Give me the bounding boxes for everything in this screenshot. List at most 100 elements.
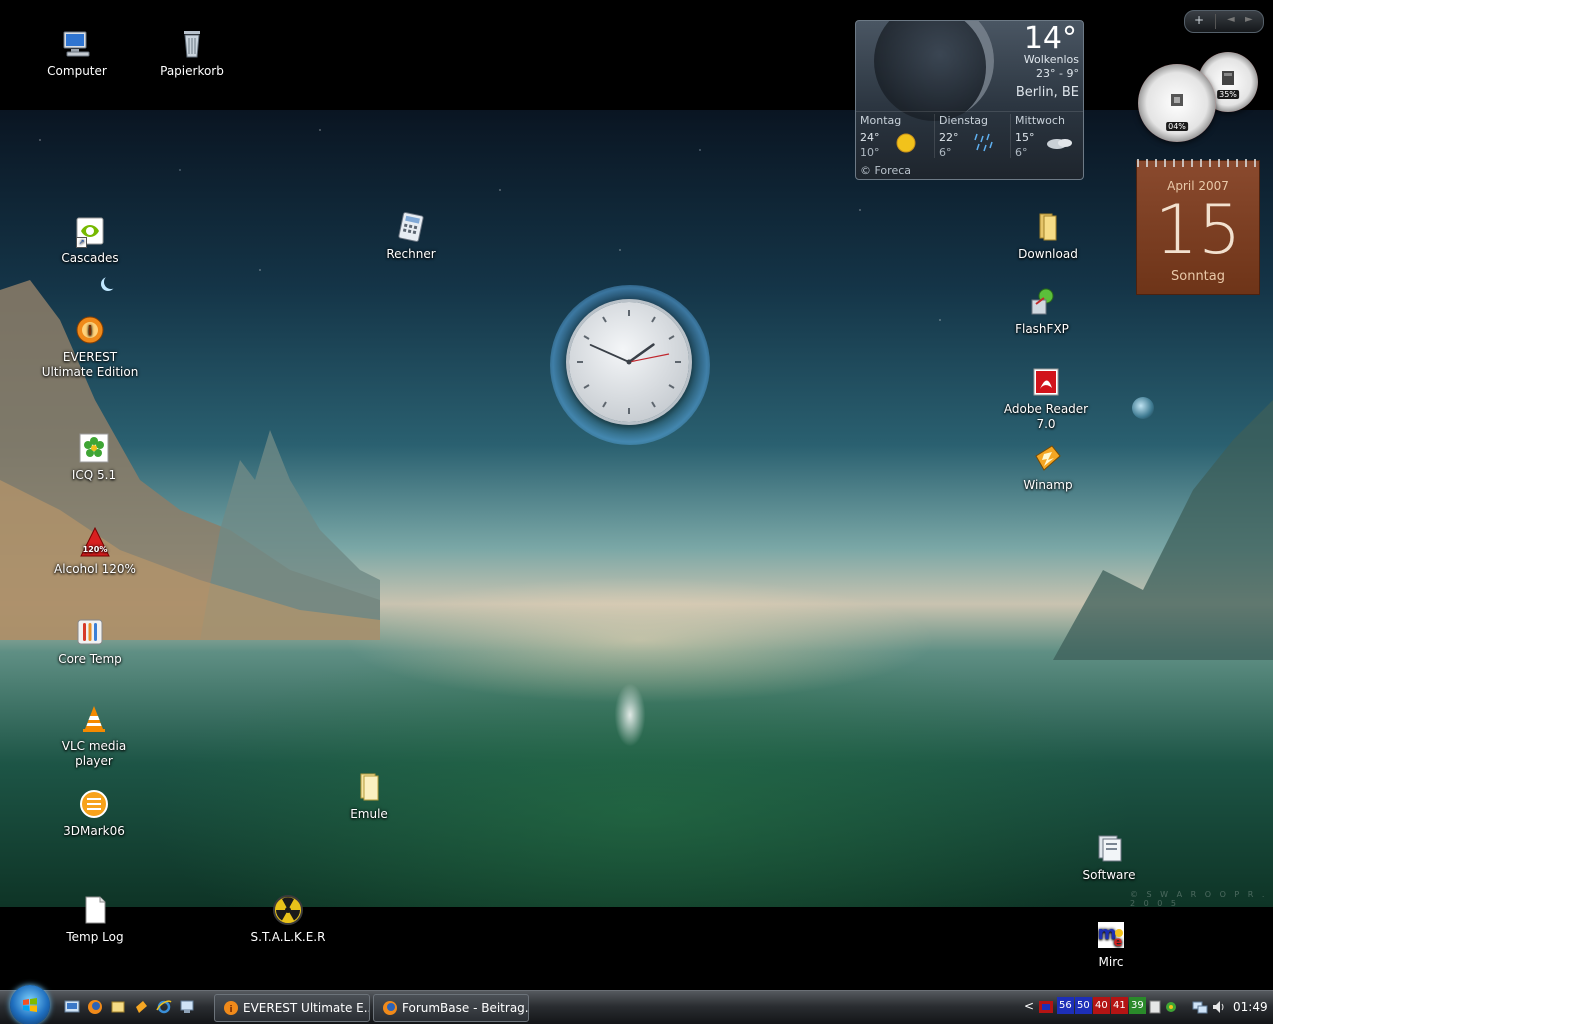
folder-icon [360,773,379,801]
firefox-icon[interactable] [87,999,103,1015]
everest-tray-icon[interactable] [1038,999,1054,1015]
desktop-screen: © S W A R O O P R . 2 0 0 5 Computer Pap… [0,0,1273,1024]
desktop-icon-label: Temp Log [66,930,124,944]
cpu-meter-gadget[interactable]: 35% 04% [1136,52,1260,144]
switch-windows-icon[interactable] [179,999,195,1015]
forecast-low: 6° [939,146,952,159]
winamp-quicklaunch-icon[interactable] [133,999,149,1015]
weather-city[interactable]: Berlin, BE [1016,85,1079,100]
taskbar-button-forumbase[interactable]: ForumBase - Beitrag... [373,994,529,1022]
clock-gadget[interactable] [550,285,710,445]
weather-range: 23° - 9° [1036,67,1079,80]
svg-text:120%: 120% [83,545,108,554]
taskbar: i EVEREST Ultimate E... ForumBase - Beit… [0,985,1273,1024]
explorer-icon[interactable] [110,999,126,1015]
desktop-icon-label: 3DMark06 [63,824,125,838]
weather-condition: Wolkenlos [1023,53,1079,66]
desktop-icon-computer[interactable]: Computer [27,28,127,79]
icq-tray-icon[interactable] [1164,999,1178,1015]
weather-gadget[interactable]: 14° Wolkenlos 23° - 9° Berlin, BE Montag… [855,20,1084,180]
desktop-icon-label: Emule [350,807,388,821]
cpu-percent: 04% [1166,122,1188,131]
taskbar-button-everest[interactable]: i EVEREST Ultimate E... [214,994,370,1022]
desktop-icon-icq[interactable]: ICQ 5.1 [44,432,144,483]
weather-credit[interactable]: © Foreca [860,164,911,177]
wallpaper-planet [1132,397,1154,419]
icq-flower-icon [79,433,109,463]
calculator-icon [398,212,424,242]
internet-explorer-icon[interactable] [156,999,172,1015]
network-icon[interactable] [1192,999,1208,1015]
ram-percent: 35% [1217,90,1239,99]
calendar-weekday: Sonntag [1171,269,1225,284]
show-desktop-icon[interactable] [64,999,80,1015]
desktop-icon-label: Mirc [1098,955,1124,969]
desktop-icon-software[interactable]: Software [1059,832,1159,883]
tray-sensor-value[interactable]: 40 [1093,997,1110,1014]
forecast-day-name: Mittwoch [1015,114,1065,127]
desktop-icon-templog[interactable]: Temp Log [45,894,145,945]
desktop-icon-cascades[interactable]: ↗ Cascades [40,215,140,266]
3dmark-icon [80,790,108,818]
previous-gadget-button[interactable]: ◄ [1227,14,1235,25]
taskbar-button-label: ForumBase - Beitrag... [402,1001,529,1015]
desktop-icon-flashfxp[interactable]: FlashFXP [992,286,1092,337]
desktop-icon-alcohol[interactable]: 120% Alcohol 120% [45,526,145,577]
tray-sensor-value[interactable]: 56 [1057,997,1074,1014]
tray-sensor-value[interactable]: 39 [1129,997,1146,1014]
calendar-day-number: 15 [1154,191,1242,270]
desktop-icon-mirc[interactable]: m e Mirc [1061,919,1161,970]
desktop-icon-label: S.T.A.L.K.E.R [250,930,326,944]
memory-chip-icon [1222,71,1234,85]
calendar-gadget[interactable]: April 2007 15 Sonntag [1136,159,1260,295]
desktop-icon-download[interactable]: Download [998,211,1098,262]
windows-flag-icon [23,998,37,1012]
desktop-icon-label: Core Temp [58,652,122,666]
everest-icon: i [224,1001,238,1015]
forecast-day: Dienstag 22° 6° [934,114,1011,159]
forecast-high: 22° [939,131,959,144]
clock-minute-hand [589,344,630,363]
mirc-icon: m e [1098,922,1124,950]
rain-icon [974,133,993,152]
sun-icon [896,133,916,153]
desktop-icon-vlc[interactable]: VLC media player [44,703,144,769]
cpu-chip-icon [1171,94,1183,106]
next-gadget-button[interactable]: ► [1245,14,1253,25]
svg-text:i: i [88,324,92,339]
desktop-icon-everest[interactable]: i EVEREST Ultimate Edition [40,314,140,380]
desktop-icon-adobereader[interactable]: Adobe Reader 7.0 [996,366,1096,432]
start-button[interactable] [10,985,50,1024]
system-tray: < 56 50 40 41 39 01:49 [1020,991,1273,1024]
desktop-icon-stalker[interactable]: S.T.A.L.K.E.R [238,894,338,945]
show-hidden-icons-button[interactable]: < [1024,999,1034,1013]
volume-icon[interactable] [1211,999,1227,1015]
recycle-bin-icon [184,31,200,58]
taskbar-clock[interactable]: 01:49 [1233,1000,1268,1014]
computer-icon [63,31,90,57]
desktop-icon-label: EVEREST Ultimate Edition [41,350,139,379]
tray-sensor-value[interactable]: 50 [1075,997,1092,1014]
forecast-day: Montag 24° 10° [856,114,932,159]
taskbar-button-label: EVEREST Ultimate E... [243,1001,370,1015]
desktop-icon-rechner[interactable]: Rechner [361,211,461,262]
desktop-icon-label: Winamp [1023,478,1073,492]
forecast-high: 15° [1015,131,1035,144]
desktop-icon-emule[interactable]: Emule [319,771,419,822]
forecast-high: 24° [860,131,880,144]
add-gadget-button[interactable]: + [1194,13,1204,27]
sidebar-controls: + ◄ ► [1184,10,1264,33]
desktop-icon-3dmark[interactable]: 3DMark06 [44,788,144,839]
firefox-icon [383,1001,397,1015]
vlc-cone-icon [83,706,105,732]
desktop-icon-label: FlashFXP [1015,322,1069,336]
tray-sensor-value[interactable]: 41 [1111,997,1128,1014]
desktop-icon-coretemp[interactable]: Core Temp [40,616,140,667]
application-tray-icon[interactable] [1148,999,1162,1015]
shortcut-arrow-icon: ↗ [76,237,87,248]
desktop-icon-winamp[interactable]: Winamp [998,442,1098,493]
weather-forecast: Montag 24° 10° Dienstag 22° 6° Mittwoch … [856,111,1083,160]
desktop-icon-label: Cascades [61,251,119,265]
radiation-icon [273,895,303,925]
desktop-icon-papierkorb[interactable]: Papierkorb [142,28,242,79]
